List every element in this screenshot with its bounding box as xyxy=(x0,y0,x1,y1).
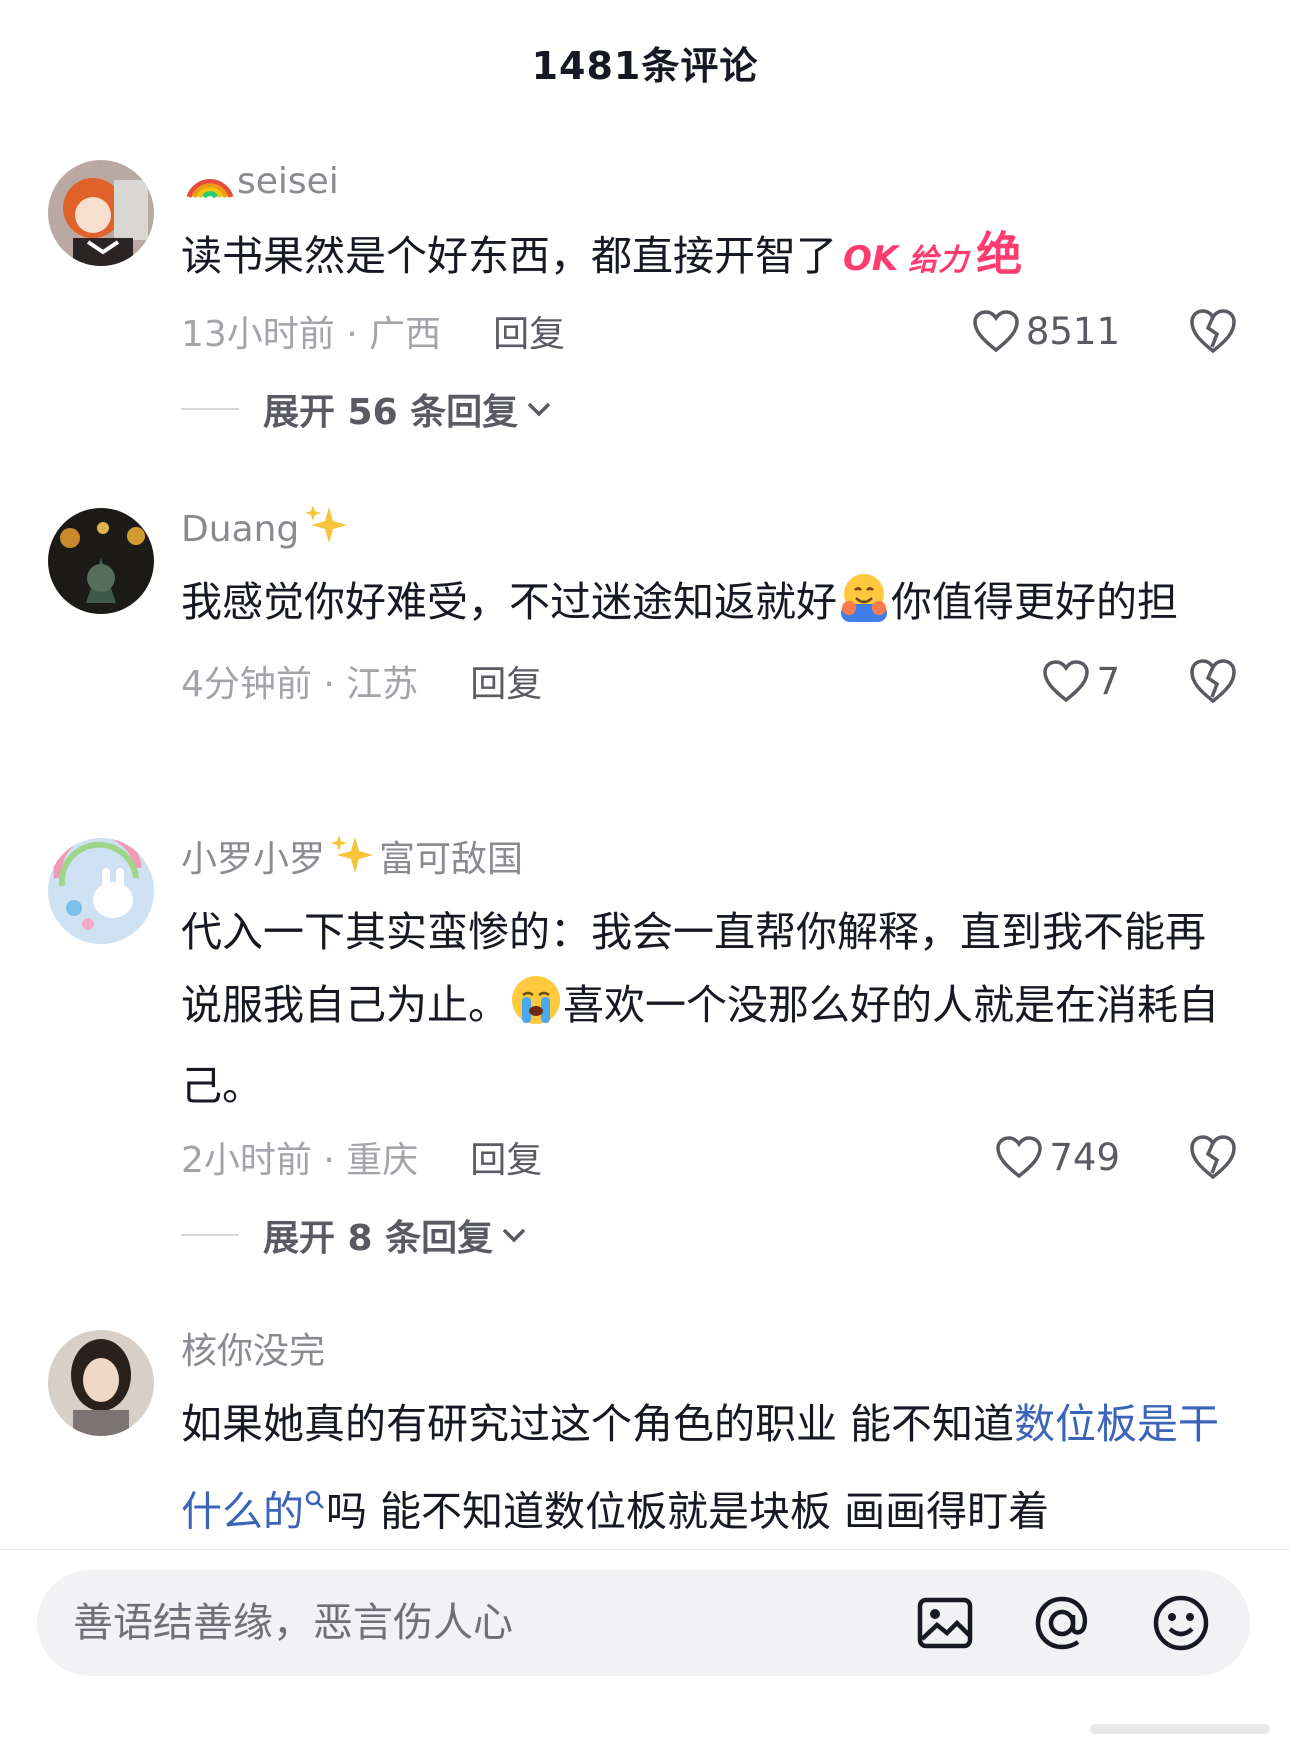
at-icon[interactable] xyxy=(1032,1593,1092,1653)
sparkles-emoji-icon xyxy=(303,503,349,558)
dislike-button[interactable] xyxy=(1188,1133,1238,1181)
broken-heart-icon xyxy=(1190,1135,1236,1180)
reply-button[interactable]: 回复 xyxy=(493,305,565,357)
username-text: 核你没完 xyxy=(181,1331,326,1372)
like-button[interactable]: 8511 xyxy=(972,301,1120,361)
heart-icon xyxy=(973,310,1019,353)
home-indicator xyxy=(1090,1724,1270,1734)
time-location: 2小时前 · 重庆 xyxy=(181,1140,419,1181)
chevron-down-icon xyxy=(502,1228,526,1243)
loudly-crying-face-emoji-icon xyxy=(509,973,563,1050)
time-location: 4分钟前 · 江苏 xyxy=(181,664,419,705)
image-icon[interactable] xyxy=(915,1593,975,1653)
username-text: Duang xyxy=(181,509,300,550)
expand-label: 展开 56 条回复 xyxy=(263,392,519,433)
reply-button[interactable]: 回复 xyxy=(470,655,542,707)
comment-input-field[interactable]: 善语结善缘，恶言伤人心 xyxy=(37,1570,1250,1676)
comment-text-part1: 如果她真的有研究过这个角色的职业 能不知道 xyxy=(181,1400,1015,1448)
like-count: 7 xyxy=(1096,659,1120,703)
avatar[interactable] xyxy=(48,1330,154,1436)
search-icon[interactable] xyxy=(304,1461,326,1534)
hugging-face-emoji-icon xyxy=(837,570,891,647)
comment-meta: 13小时前 · 广西 回复 8511 xyxy=(181,301,1238,361)
username-text: 小罗小罗 xyxy=(181,839,326,880)
rainbow-emoji-icon xyxy=(185,155,234,210)
expand-label: 展开 8 条回复 xyxy=(263,1218,494,1259)
like-count: 8511 xyxy=(1025,309,1120,353)
avatar[interactable] xyxy=(48,508,154,614)
comment-text-content: 读书果然是个好东西，都直接开智了 xyxy=(181,232,837,280)
avatar[interactable] xyxy=(48,160,154,266)
divider-line xyxy=(181,1234,239,1236)
username[interactable]: 核你没完 xyxy=(181,1330,1238,1374)
reply-button[interactable]: 回复 xyxy=(470,1131,542,1183)
like-button[interactable]: 749 xyxy=(995,1127,1120,1187)
chevron-down-icon xyxy=(527,402,551,417)
comment-text: 我感觉你好难受，不过迷途知返就好 你值得更好的担 xyxy=(181,566,1238,647)
like-count: 749 xyxy=(1049,1135,1120,1179)
username-suffix-text: 富可敌国 xyxy=(379,839,524,880)
avatar[interactable] xyxy=(48,838,154,944)
broken-heart-icon xyxy=(1190,309,1236,354)
dislike-button[interactable] xyxy=(1188,307,1238,355)
sticker-geili: 给力 xyxy=(908,243,969,278)
username-text: seisei xyxy=(237,161,339,202)
username[interactable]: seisei xyxy=(181,160,1238,204)
comment-input-bar: 善语结善缘，恶言伤人心 xyxy=(0,1549,1290,1749)
like-button[interactable]: 7 xyxy=(1042,651,1120,711)
username[interactable]: Duang xyxy=(181,504,1238,552)
comment-text: 如果她真的有研究过这个角色的职业 能不知道数位板是干什么的吗 能不知道数位板就是… xyxy=(181,1388,1238,1549)
comment-text-part2: 你值得更好的担 xyxy=(891,578,1178,626)
heart-icon xyxy=(1043,660,1090,703)
comments-header: 1481条评论 xyxy=(0,0,1290,125)
time-location: 13小时前 · 广西 xyxy=(181,314,442,355)
comment-meta: 2小时前 · 重庆 回复 749 xyxy=(181,1127,1238,1187)
expand-replies-button[interactable]: 展开 8 条回复 xyxy=(181,1209,1238,1261)
comment-meta: 4分钟前 · 江苏 回复 7 xyxy=(181,651,1238,711)
emoji-icon[interactable] xyxy=(1151,1593,1211,1653)
sticker-jue: 绝 xyxy=(976,227,1023,281)
broken-heart-icon xyxy=(1190,659,1236,704)
input-placeholder: 善语结善缘，恶言伤人心 xyxy=(73,1600,513,1646)
divider-line xyxy=(181,408,239,410)
dislike-button[interactable] xyxy=(1188,657,1238,705)
comment-text-part1: 我感觉你好难受，不过迷途知返就好 xyxy=(181,578,837,626)
heart-icon xyxy=(996,1136,1043,1179)
sparkles-emoji-icon xyxy=(329,833,375,888)
comment-text-part2: 吗 能不知道数位板就是块板 画画得盯着 xyxy=(326,1487,1050,1536)
comment-text: 读书果然是个好东西，都直接开智了 OK 给力绝 xyxy=(181,218,1238,297)
username[interactable]: 小罗小罗 富可敌国 xyxy=(181,834,1238,882)
comment-text: 代入一下其实蛮惨的：我会一直帮你解释，直到我不能再说服我自己为止。 喜欢一个没那么… xyxy=(181,896,1238,1123)
comment-count-title: 1481条评论 xyxy=(531,44,759,88)
sticker-ok: OK xyxy=(843,239,899,279)
expand-replies-button[interactable]: 展开 56 条回复 xyxy=(181,383,1238,435)
